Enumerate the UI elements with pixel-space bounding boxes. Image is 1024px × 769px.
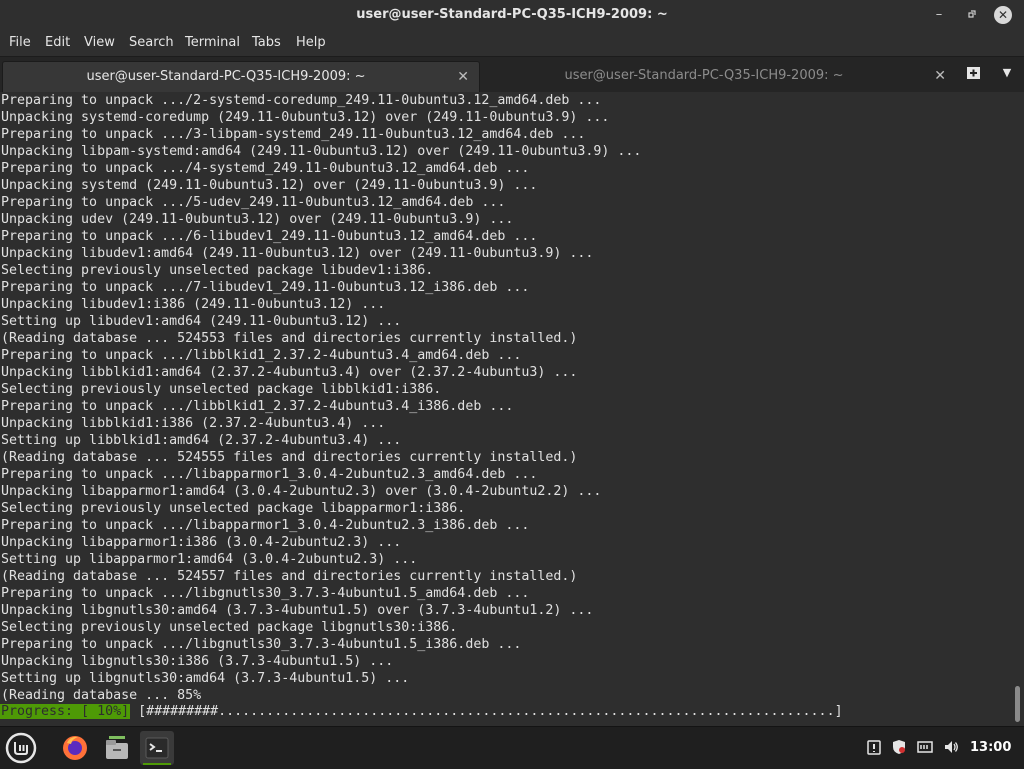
active-indicator <box>143 763 171 765</box>
terminal-line: Preparing to unpack .../6-libudev1_249.1… <box>1 229 538 244</box>
tab-label: user@user-Standard-PC-Q35-ICH9-2009: ~ <box>564 68 844 83</box>
firefox-launcher[interactable] <box>58 731 92 765</box>
terminal-output[interactable]: Preparing to unpack .../2-systemd-coredu… <box>0 92 1012 726</box>
shield-icon <box>893 740 905 754</box>
tab-bar: user@user-Standard-PC-Q35-ICH9-2009: ~ ✕… <box>0 56 1024 94</box>
file-manager-icon <box>106 736 128 759</box>
terminal-line: Setting up libgnutls30:amd64 (3.7.3-4ubu… <box>1 671 410 686</box>
minimize-icon: – <box>935 7 943 22</box>
terminal-line: Unpacking libpam-systemd:amd64 (249.11-0… <box>1 144 642 159</box>
terminal-icon <box>145 737 169 759</box>
close-button[interactable]: ✕ <box>994 6 1012 24</box>
terminal-line: Preparing to unpack .../libblkid1_2.37.2… <box>1 399 514 414</box>
terminal-line: Preparing to unpack .../libapparmor1_3.0… <box>1 518 530 533</box>
clock[interactable]: 13:00 <box>970 740 1011 755</box>
terminal-line: Unpacking libgnutls30:i386 (3.7.3-4ubunt… <box>1 654 394 669</box>
new-tab-button[interactable] <box>964 63 984 83</box>
menu-view[interactable]: View <box>84 35 115 50</box>
network-button[interactable] <box>917 739 933 759</box>
mint-menu-icon <box>5 732 37 764</box>
update-manager-icon <box>867 740 881 755</box>
tab-close-icon[interactable]: ✕ <box>934 61 946 91</box>
firefox-icon <box>63 736 87 760</box>
terminal-line: Preparing to unpack .../libapparmor1_3.0… <box>1 467 538 482</box>
restore-icon <box>968 10 976 18</box>
terminal-line: Unpacking libudev1:amd64 (249.11-0ubuntu… <box>1 246 594 261</box>
window-titlebar[interactable]: user@user-Standard-PC-Q35-ICH9-2009: ~ –… <box>0 0 1024 30</box>
terminal-line: Unpacking libapparmor1:amd64 (3.0.4-2ubu… <box>1 484 602 499</box>
menu-file[interactable]: File <box>9 35 31 50</box>
terminal-line: Unpacking libapparmor1:i386 (3.0.4-2ubun… <box>1 535 402 550</box>
terminal-line: Unpacking libgnutls30:amd64 (3.7.3-4ubun… <box>1 603 594 618</box>
terminal-launcher[interactable] <box>140 731 174 765</box>
tab-close-icon[interactable]: ✕ <box>457 62 469 92</box>
scrollbar[interactable] <box>1012 92 1024 726</box>
terminal-line: Selecting previously unselected package … <box>1 263 434 278</box>
terminal-line: Setting up libudev1:amd64 (249.11-0ubunt… <box>1 314 402 329</box>
terminal-line: Unpacking systemd-coredump (249.11-0ubun… <box>1 110 610 125</box>
terminal-line: Setting up libapparmor1:amd64 (3.0.4-2ub… <box>1 552 418 567</box>
terminal-line: Unpacking systemd (249.11-0ubuntu3.12) o… <box>1 178 538 193</box>
restore-button[interactable] <box>962 6 980 24</box>
terminal-line: Unpacking libudev1:i386 (249.11-0ubuntu3… <box>1 297 386 312</box>
menu-terminal[interactable]: Terminal <box>185 35 240 50</box>
terminal-line: Selecting previously unselected package … <box>1 382 442 397</box>
menu-edit[interactable]: Edit <box>45 35 70 50</box>
security-button[interactable] <box>891 739 907 759</box>
window-title: user@user-Standard-PC-Q35-ICH9-2009: ~ <box>356 7 668 22</box>
progress-bar: [#########..............................… <box>130 704 851 719</box>
close-icon: ✕ <box>997 8 1009 22</box>
tab-label: user@user-Standard-PC-Q35-ICH9-2009: ~ <box>86 69 366 84</box>
terminal-line: (Reading database ... 524557 files and d… <box>1 569 578 584</box>
terminal-line: Preparing to unpack .../libblkid1_2.37.2… <box>1 348 522 363</box>
menu-tabs[interactable]: Tabs <box>252 35 281 50</box>
terminal-line: Preparing to unpack .../libgnutls30_3.7.… <box>1 637 522 652</box>
menu-search[interactable]: Search <box>129 35 174 50</box>
new-tab-icon <box>967 67 980 79</box>
mint-menu-button[interactable] <box>4 731 38 765</box>
terminal-line: Preparing to unpack .../2-systemd-coredu… <box>1 93 602 108</box>
menubar: File Edit View Search Terminal Tabs Help <box>0 30 1024 56</box>
terminal-line: Preparing to unpack .../7-libudev1_249.1… <box>1 280 530 295</box>
terminal-line: Selecting previously unselected package … <box>1 501 466 516</box>
terminal-line: (Reading database ... 85% <box>1 688 202 703</box>
terminal-line: (Reading database ... 524555 files and d… <box>1 450 578 465</box>
update-manager-button[interactable] <box>866 739 882 759</box>
minimize-button[interactable]: – <box>930 6 948 24</box>
terminal-lines: Preparing to unpack .../2-systemd-coredu… <box>0 92 1012 704</box>
terminal-line: Unpacking libblkid1:i386 (2.37.2-4ubuntu… <box>1 416 386 431</box>
volume-button[interactable] <box>943 739 959 759</box>
taskbar: 13:00 <box>0 726 1024 769</box>
terminal-line: Unpacking libblkid1:amd64 (2.37.2-4ubunt… <box>1 365 578 380</box>
file-manager-launcher[interactable] <box>100 731 134 765</box>
terminal-line: Unpacking udev (249.11-0ubuntu3.12) over… <box>1 212 514 227</box>
menu-help[interactable]: Help <box>296 35 326 50</box>
terminal-line: Selecting previously unselected package … <box>1 620 458 635</box>
network-icon <box>917 741 933 753</box>
chevron-down-icon: ▼ <box>1002 66 1012 79</box>
terminal-line: Preparing to unpack .../5-udev_249.11-0u… <box>1 195 506 210</box>
terminal-line: (Reading database ... 524553 files and d… <box>1 331 578 346</box>
progress-line: Progress: [ 10%] [#########.............… <box>0 703 851 720</box>
terminal-line: Preparing to unpack .../libgnutls30_3.7.… <box>1 586 530 601</box>
scrollbar-thumb[interactable] <box>1015 686 1020 722</box>
progress-label: Progress: [ 10%] <box>0 704 131 719</box>
tab-menu-button[interactable]: ▼ <box>998 63 1016 83</box>
terminal-line: Setting up libblkid1:amd64 (2.37.2-4ubun… <box>1 433 402 448</box>
volume-icon <box>945 741 958 753</box>
tab-terminal-2[interactable]: user@user-Standard-PC-Q35-ICH9-2009: ~ ✕ <box>482 61 956 91</box>
terminal-line: Preparing to unpack .../4-systemd_249.11… <box>1 161 530 176</box>
tab-terminal-1[interactable]: user@user-Standard-PC-Q35-ICH9-2009: ~ ✕ <box>2 61 480 92</box>
terminal-line: Preparing to unpack .../3-libpam-systemd… <box>1 127 586 142</box>
